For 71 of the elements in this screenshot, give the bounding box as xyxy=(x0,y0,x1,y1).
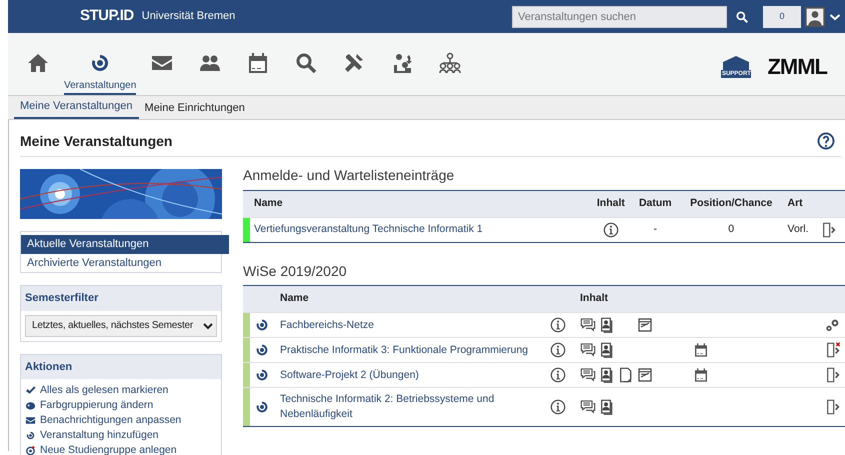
zmml-logo[interactable]: ZMML xyxy=(767,50,827,83)
course-icon xyxy=(254,342,270,358)
wiki-icon[interactable] xyxy=(637,367,653,384)
members-icon[interactable] xyxy=(599,317,615,334)
course-icon xyxy=(25,430,36,441)
group-icon xyxy=(438,51,462,75)
forum-icon[interactable] xyxy=(580,367,596,384)
mail-icon xyxy=(25,415,36,426)
semester-select[interactable]: Letztes, aktuelles, nächstes Semester xyxy=(25,314,217,336)
info-icon xyxy=(550,317,566,334)
section-heading: WiSe 2019/2020 xyxy=(243,262,348,280)
panel-heading: Semesterfilter xyxy=(21,286,221,310)
action-link[interactable]: Alles als gelesen markieren xyxy=(25,383,217,398)
action-link[interactable]: Benachrichtigungen anpassen xyxy=(25,413,217,428)
sidebar-link[interactable]: Aktuelle Veranstaltungen xyxy=(21,235,229,254)
help-icon[interactable] xyxy=(817,132,835,150)
course-link[interactable]: Technische Informatik 2: Betriebssysteme und Nebenläufigkeit xyxy=(280,392,542,422)
action-link[interactable]: Farbgruppierung ändern xyxy=(25,398,217,413)
column-header: Name xyxy=(276,286,546,313)
forum-icon[interactable] xyxy=(580,342,596,358)
group-add-icon xyxy=(25,445,36,455)
column-header: Inhalt xyxy=(576,286,805,313)
info-icon xyxy=(550,399,566,416)
exit-icon[interactable] xyxy=(825,399,841,416)
calendar-icon[interactable] xyxy=(693,342,709,358)
logo[interactable]: STUP.ID xyxy=(80,5,134,28)
document-icon[interactable] xyxy=(618,367,634,384)
exit-blocked-icon[interactable] xyxy=(825,342,841,358)
column-header: Inhalt xyxy=(590,190,632,218)
info-icon xyxy=(602,222,619,238)
course-icon xyxy=(254,399,270,416)
forum-icon[interactable] xyxy=(580,399,596,416)
subnav-tab[interactable]: Meine Einrichtungen xyxy=(138,96,251,119)
column-header: Datum xyxy=(632,190,679,218)
table-cell: - xyxy=(632,217,679,242)
notification-count[interactable]: 0 xyxy=(763,6,801,28)
course-link[interactable]: Praktische Informatik 3: Funktionale Programmierung xyxy=(280,342,542,358)
avatar-icon[interactable] xyxy=(805,6,825,26)
subnav-tab[interactable]: Meine Veranstaltungen xyxy=(14,94,139,119)
column-header: Art xyxy=(784,190,818,218)
calendar-icon[interactable] xyxy=(693,367,709,384)
page-title: Meine Veranstaltungen xyxy=(20,132,172,150)
search-icon xyxy=(294,51,318,75)
exit-icon[interactable] xyxy=(825,367,841,384)
sidebar-link[interactable]: Archivierte Veranstaltungen xyxy=(21,254,221,272)
members-icon[interactable] xyxy=(599,367,615,384)
members-icon[interactable] xyxy=(599,399,615,416)
table-cell: 0 xyxy=(678,217,784,242)
panel-heading: Aktionen xyxy=(21,354,221,379)
course-link[interactable]: Fachbereichs-Netze xyxy=(280,318,542,333)
table-cell: Vorl. xyxy=(784,217,818,242)
wiki-icon[interactable] xyxy=(637,317,653,334)
members-icon[interactable] xyxy=(599,342,615,358)
exit-icon[interactable] xyxy=(821,222,838,238)
forum-icon[interactable] xyxy=(580,317,596,334)
search-field[interactable]: Veranstaltungen suchen xyxy=(512,6,727,28)
action-link[interactable]: Veranstaltung hinzufügen xyxy=(25,428,217,443)
course-icon xyxy=(254,317,270,334)
university-name: Universität Bremen xyxy=(142,9,236,24)
action-link[interactable]: Neue Studiengruppe anlegen xyxy=(25,443,217,455)
check-icon xyxy=(25,385,36,396)
column-header: Name xyxy=(250,190,590,218)
section-heading: Anmelde- und Wartelisteneinträge xyxy=(243,167,456,184)
home-icon xyxy=(26,51,50,75)
course-link[interactable]: Software-Projekt 2 (Übungen) xyxy=(280,368,542,383)
course-link[interactable]: Vertiefungsveranstaltung Technische Informatik 1 xyxy=(254,222,586,238)
info-icon xyxy=(550,342,566,358)
column-header: Position/Chance xyxy=(678,190,784,218)
search-icon[interactable] xyxy=(735,10,749,24)
info-icon xyxy=(550,367,566,384)
course-icon xyxy=(254,367,270,384)
